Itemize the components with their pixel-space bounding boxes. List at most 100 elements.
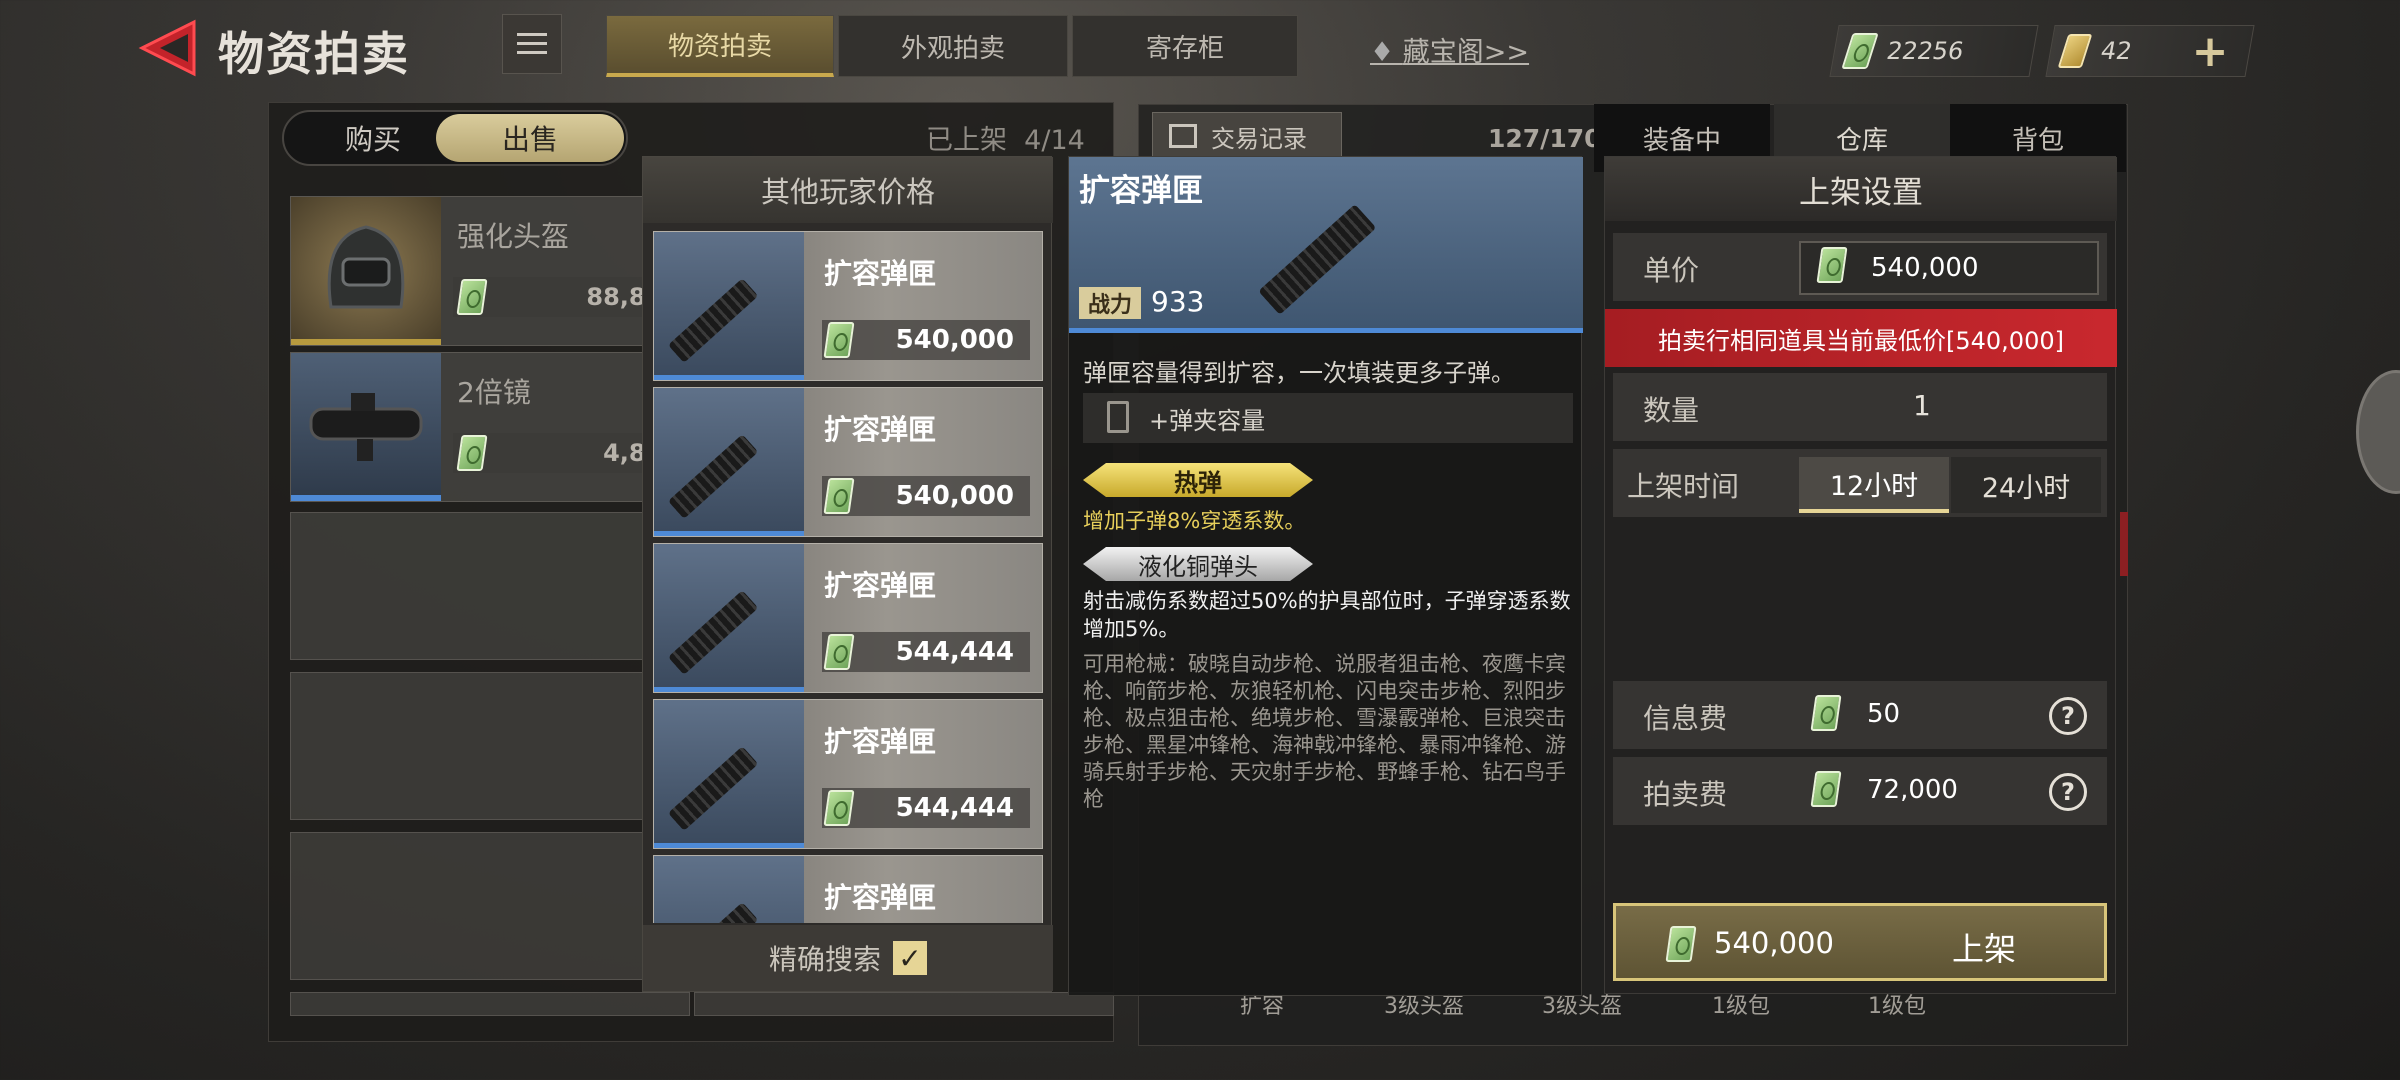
offer-list[interactable]: 扩容弹匣 540,000 扩容弹匣 540,000 扩容弹匣 544,444 扩… <box>643 227 1053 923</box>
cash-icon <box>456 435 488 471</box>
side-float-button[interactable] <box>2356 370 2400 494</box>
empty-listing-slot[interactable] <box>694 992 1114 1016</box>
item-detail-panel: 扩容弹匣 战力 933 弹匣容量得到扩容，一次填装更多子弹。 +弹夹容量 热弹 … <box>1068 156 1583 996</box>
trade-record-label: 交易记录 <box>1211 124 1307 153</box>
help-icon[interactable]: ? <box>2049 697 2087 735</box>
empty-listing-slot[interactable] <box>290 512 690 660</box>
listing-item[interactable]: 强化头盔 88,888 <box>290 196 693 346</box>
list-item-button[interactable]: 540,000 上架 <box>1613 903 2107 981</box>
cash-icon <box>1810 695 1842 731</box>
scope-icon <box>291 353 441 501</box>
offer-name: 扩容弹匣 <box>824 413 937 446</box>
exact-search-label: 精确搜索 <box>768 943 881 976</box>
treasure-icon: ♦ <box>1370 37 1403 68</box>
offer-item[interactable]: 扩容弹匣 540,000 <box>653 231 1043 381</box>
quantity-stepper[interactable]: 1 <box>1913 389 1931 422</box>
storage-capacity: 127/170 <box>1488 124 1602 153</box>
ammo-capacity-icon <box>1107 401 1129 433</box>
cash-icon <box>823 634 855 670</box>
other-player-prices-panel: 其他玩家价格 扩容弹匣 540,000 扩容弹匣 540,000 扩容弹匣 54… <box>642 156 1053 992</box>
magazine-thumb <box>654 700 804 848</box>
offer-name: 扩容弹匣 <box>824 725 937 758</box>
info-fee-row: 信息费 50 ? <box>1613 681 2107 749</box>
magazine-icon <box>667 746 759 831</box>
lowest-price-warning: 拍卖行相同道具当前最低价[540,000] <box>1605 309 2117 367</box>
scroll-indicator[interactable] <box>2120 512 2128 576</box>
magazine-icon <box>667 434 759 519</box>
listed-label: 已上架 <box>926 125 1007 156</box>
item-detail-header: 扩容弹匣 战力 933 <box>1069 157 1583 333</box>
item-description: 弹匣容量得到扩容，一次填装更多子弹。 <box>1083 359 1515 387</box>
offer-name: 扩容弹匣 <box>824 881 937 914</box>
listing-item-name: 2倍镜 <box>457 376 531 409</box>
auction-fee-label: 拍卖费 <box>1643 778 1728 811</box>
cash-icon <box>1841 33 1879 69</box>
list-button-price: 540,000 <box>1714 926 1834 960</box>
tab-storage-locker[interactable]: 寄存柜 <box>1072 15 1298 77</box>
help-icon[interactable]: ? <box>2049 773 2087 811</box>
plus-icon: + <box>2191 25 2229 77</box>
unit-price-label: 单价 <box>1643 254 1700 287</box>
checkbox-checked-icon[interactable]: ✓ <box>893 941 927 975</box>
menu-button[interactable] <box>502 14 562 74</box>
duration-label: 上架时间 <box>1627 470 1740 503</box>
cash-value: 22256 <box>1884 37 1966 65</box>
list-button-label: 上架 <box>1952 930 2017 968</box>
record-icon <box>1169 124 1197 148</box>
listed-value: 4/14 <box>1024 125 1085 156</box>
mode-toggle[interactable]: 购买 出售 <box>282 110 628 166</box>
quantity-row: 数量 1 <box>1613 373 2107 441</box>
cash-icon <box>823 478 855 514</box>
offer-item[interactable]: 扩容弹匣 544,444 <box>653 699 1043 849</box>
quantity-label: 数量 <box>1643 394 1700 427</box>
add-currency-button[interactable]: + <box>2184 25 2236 77</box>
offer-item[interactable]: 扩容弹匣 <box>653 855 1043 923</box>
tab-item-auction[interactable]: 物资拍卖 <box>606 15 834 77</box>
offer-name: 扩容弹匣 <box>824 257 937 290</box>
offer-item[interactable]: 扩容弹匣 540,000 <box>653 387 1043 537</box>
auction-fee-value: 72,000 <box>1867 775 1958 805</box>
treasure-link[interactable]: ♦ 藏宝阁>> <box>1370 30 1529 69</box>
cash-icon <box>823 322 855 358</box>
listing-item-name: 强化头盔 <box>457 220 570 253</box>
item-stat-text: +弹夹容量 <box>1149 406 1266 435</box>
sell-mode-button[interactable]: 出售 <box>436 114 624 162</box>
magazine-thumb <box>654 232 804 380</box>
magazine-thumb <box>654 544 804 692</box>
trade-record-button[interactable]: 交易记录 <box>1152 112 1342 160</box>
power-value: 933 <box>1151 285 1205 318</box>
tab-appearance-auction[interactable]: 外观拍卖 <box>838 15 1068 77</box>
magazine-thumb <box>654 388 804 536</box>
power-label: 战力 <box>1079 287 1141 319</box>
offer-name: 扩容弹匣 <box>824 569 937 602</box>
duration-row: 上架时间 12小时 24小时 <box>1613 449 2107 517</box>
empty-listing-slot[interactable] <box>290 992 690 1016</box>
item-name: 扩容弹匣 <box>1079 173 1203 209</box>
empty-listing-slot[interactable] <box>290 832 690 980</box>
auction-fee-row: 拍卖费 72,000 ? <box>1613 757 2107 825</box>
listing-item[interactable]: 2倍镜 4,888 <box>290 352 693 502</box>
magazine-icon <box>667 278 759 363</box>
magazine-icon <box>1258 204 1377 315</box>
perk-description: 增加子弹8%穿透系数。 <box>1083 509 1306 533</box>
back-arrow-icon[interactable] <box>138 18 202 78</box>
exact-search-toggle[interactable]: 精确搜索 ✓ <box>643 925 1053 991</box>
page-title: 物资拍卖 <box>218 27 410 81</box>
ticket-icon <box>2057 34 2093 68</box>
treasure-link-label: 藏宝阁>> <box>1402 37 1530 68</box>
menu-icon <box>517 33 547 54</box>
compatible-guns: 可用枪械：破晓自动步枪、说服者狙击枪、夜鹰卡宾枪、响箭步枪、灰狼轻机枪、闪电突击… <box>1083 652 1566 811</box>
other-prices-title: 其他玩家价格 <box>643 157 1053 223</box>
item-stat-row: +弹夹容量 <box>1083 393 1573 443</box>
empty-listing-slot[interactable] <box>290 672 690 820</box>
offer-item[interactable]: 扩容弹匣 544,444 <box>653 543 1043 693</box>
unit-price-row: 单价 540,000 <box>1613 233 2107 301</box>
ticket-value: 42 <box>2098 37 2135 65</box>
cash-icon <box>823 790 855 826</box>
cash-balance: 22256 <box>1829 25 2039 77</box>
duration-24h-option[interactable]: 24小时 <box>1951 457 2101 513</box>
perk-description: 射击减伤系数超过50%的护具部位时，子弹穿透系数增加5%。 <box>1083 589 1571 641</box>
duration-12h-option[interactable]: 12小时 <box>1799 457 1949 513</box>
cash-icon <box>456 279 488 315</box>
listing-settings-title: 上架设置 <box>1605 157 2117 221</box>
